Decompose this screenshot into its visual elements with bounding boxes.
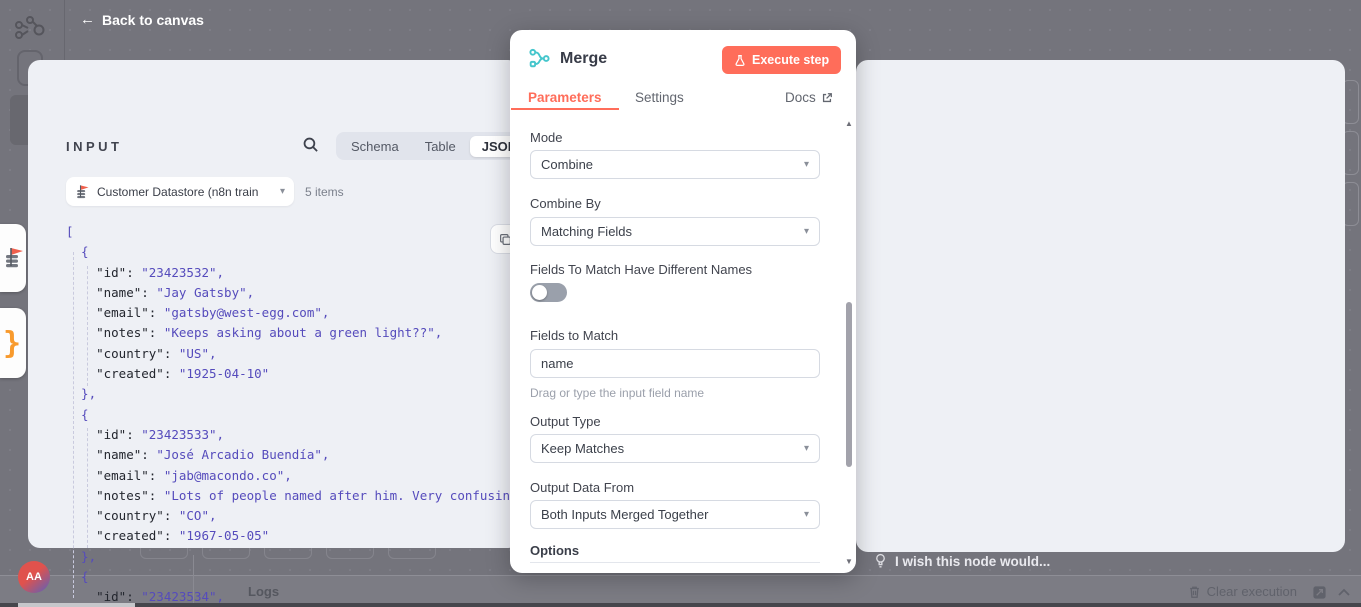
fields-to-match-input[interactable] <box>530 349 820 378</box>
field-label-output-type: Output Type <box>530 414 601 429</box>
flask-icon <box>734 54 746 67</box>
json-line: "created": "1925-04-10" <box>66 364 516 384</box>
output-panel: OUTPUT Schema Table JSON 1 item idnameem… <box>856 60 1345 552</box>
tab-schema[interactable]: Schema <box>339 136 411 157</box>
json-line: "email": "jab@macondo.co", <box>66 466 516 486</box>
json-line: "notes": "Lots of people named after him… <box>66 486 516 506</box>
chevron-up-icon[interactable] <box>1337 587 1351 597</box>
tab-settings[interactable]: Settings <box>635 90 684 105</box>
wish-label: I wish this node would... <box>895 554 1050 569</box>
execute-step-button[interactable]: Execute step <box>722 46 841 74</box>
json-line: "id": "23423533", <box>66 425 516 445</box>
output-data-from-value: Both Inputs Merged Together <box>541 507 708 522</box>
scroll-down-icon[interactable]: ▼ <box>845 558 853 566</box>
chevron-down-icon: ▾ <box>804 509 809 520</box>
execute-step-label: Execute step <box>752 53 829 67</box>
json-line: }, <box>66 384 516 404</box>
field-label-mode: Mode <box>530 130 563 145</box>
clear-execution-button[interactable]: Clear execution <box>1188 584 1297 599</box>
mode-select[interactable]: Combine ▾ <box>530 150 820 179</box>
trash-icon <box>1188 585 1201 599</box>
input-panel: INPUT Schema Table JSON Customer Datasto… <box>28 60 520 548</box>
node-settings-dialog: Merge Execute step Parameters Settings D… <box>510 30 856 573</box>
search-icon[interactable] <box>302 136 319 153</box>
json-line: "email": "gatsby@west-egg.com", <box>66 303 516 323</box>
field-label-combine-by: Combine By <box>530 196 601 211</box>
input-source-label: Customer Datastore (n8n train <box>97 185 273 199</box>
back-arrow-icon: ← <box>80 11 95 28</box>
back-to-canvas-link[interactable]: ← Back to canvas <box>80 11 204 28</box>
canvas-node-edit-fields[interactable]: } <box>0 308 26 378</box>
docs-link[interactable]: Docs <box>785 90 833 105</box>
fields-to-match-hint: Drag or type the input field name <box>530 386 704 400</box>
indent-guide <box>87 428 88 548</box>
combine-by-value: Matching Fields <box>541 224 632 239</box>
chevron-down-icon: ▾ <box>804 443 809 454</box>
chevron-down-icon: ▾ <box>804 159 809 170</box>
tab-table[interactable]: Table <box>413 136 468 157</box>
scroll-up-icon[interactable]: ▲ <box>845 120 853 128</box>
json-line: "country": "CO", <box>66 506 516 526</box>
pop-out-icon[interactable] <box>1312 585 1327 600</box>
combine-by-select[interactable]: Matching Fields ▾ <box>530 217 820 246</box>
merge-icon <box>528 47 551 70</box>
json-viewer: [ { "id": "23423532", "name": "Jay Gatsb… <box>66 222 516 607</box>
dialog-scrollbar[interactable] <box>846 302 852 467</box>
input-view-tabs: Schema Table JSON <box>336 132 532 160</box>
canvas-node-datastore[interactable] <box>0 224 26 292</box>
tab-parameters[interactable]: Parameters <box>528 90 602 105</box>
json-line: "notes": "Keeps asking about a green lig… <box>66 323 516 343</box>
json-line: "id": "23423534", <box>66 587 516 607</box>
output-type-select[interactable]: Keep Matches ▾ <box>530 434 820 463</box>
active-tab-underline <box>511 108 619 110</box>
input-items-count: 5 items <box>305 185 344 199</box>
field-label-fields-to-match: Fields to Match <box>530 328 618 343</box>
json-line: "country": "US", <box>66 344 516 364</box>
clear-execution-label: Clear execution <box>1207 584 1297 599</box>
field-label-output-data-from: Output Data From <box>530 480 634 495</box>
json-line: { <box>66 567 516 587</box>
json-line: { <box>66 405 516 425</box>
options-divider <box>530 562 820 563</box>
json-line: [ <box>66 222 516 242</box>
mode-value: Combine <box>541 157 593 172</box>
indent-guide <box>73 252 74 598</box>
wish-row[interactable]: I wish this node would... <box>874 553 1050 569</box>
different-names-toggle[interactable] <box>530 283 567 302</box>
chevron-down-icon: ▾ <box>280 186 285 197</box>
docs-label: Docs <box>785 90 816 105</box>
back-to-canvas-label: Back to canvas <box>102 12 204 28</box>
json-line: { <box>66 242 516 262</box>
dialog-header: Merge <box>528 47 607 70</box>
lightbulb-icon <box>874 553 887 569</box>
input-source-select[interactable]: Customer Datastore (n8n train ▾ <box>66 177 294 206</box>
json-line: "name": "Jay Gatsby", <box>66 283 516 303</box>
external-link-icon <box>821 92 833 104</box>
json-line: "created": "1967-05-05" <box>66 526 516 546</box>
toggle-knob <box>532 285 547 300</box>
brace-icon: } <box>3 326 21 361</box>
database-flag-icon <box>75 184 90 200</box>
canvas-divider <box>64 0 65 60</box>
output-data-from-select[interactable]: Both Inputs Merged Together ▾ <box>530 500 820 529</box>
database-flag-icon <box>3 246 25 270</box>
output-type-value: Keep Matches <box>541 441 624 456</box>
json-line: "name": "José Arcadio Buendía", <box>66 445 516 465</box>
indent-guide <box>87 266 88 386</box>
options-section-label: Options <box>530 543 579 558</box>
chevron-down-icon: ▾ <box>804 226 809 237</box>
avatar[interactable]: AA <box>18 561 50 593</box>
input-panel-title: INPUT <box>66 139 123 154</box>
dialog-title: Merge <box>560 50 607 68</box>
field-label-different-names: Fields To Match Have Different Names <box>530 262 752 277</box>
json-line: }, <box>66 547 516 567</box>
workflow-nodes-icon <box>14 14 46 44</box>
json-line: "id": "23423532", <box>66 263 516 283</box>
